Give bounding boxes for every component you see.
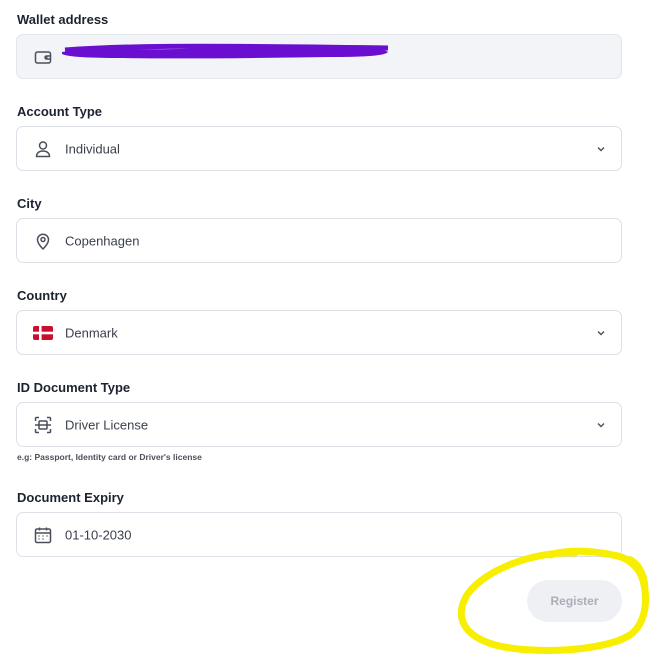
register-button[interactable]: Register [527, 580, 622, 622]
city-label: City [17, 196, 42, 211]
id-document-hint: e.g: Passport, Identity card or Driver's… [17, 452, 202, 462]
document-expiry-value: 01-10-2030 [65, 527, 132, 542]
denmark-flag-icon [33, 323, 53, 343]
wallet-address-label: Wallet address [17, 12, 109, 27]
wallet-icon [33, 47, 53, 67]
document-expiry-label: Document Expiry [17, 490, 124, 505]
calendar-icon [33, 525, 53, 545]
chevron-down-icon[interactable] [595, 419, 607, 431]
account-type-label: Account Type [17, 104, 102, 119]
account-type-select[interactable]: Individual [16, 126, 622, 171]
document-expiry-input[interactable]: 01-10-2030 [16, 512, 622, 557]
id-document-type-label: ID Document Type [17, 380, 131, 395]
account-type-value: Individual [65, 141, 120, 156]
country-label: Country [17, 288, 67, 303]
user-icon [33, 139, 53, 159]
id-document-type-select[interactable]: Driver License [16, 402, 622, 447]
country-value: Denmark [65, 325, 118, 340]
city-input[interactable]: Copenhagen [16, 218, 622, 263]
redaction-mark [62, 43, 389, 59]
chevron-down-icon[interactable] [595, 327, 607, 339]
city-value: Copenhagen [65, 233, 140, 248]
country-select[interactable]: Denmark [16, 310, 622, 355]
id-document-type-value: Driver License [65, 417, 149, 432]
chevron-down-icon[interactable] [595, 143, 607, 155]
scan-document-icon [33, 415, 53, 435]
map-pin-icon [33, 231, 53, 251]
